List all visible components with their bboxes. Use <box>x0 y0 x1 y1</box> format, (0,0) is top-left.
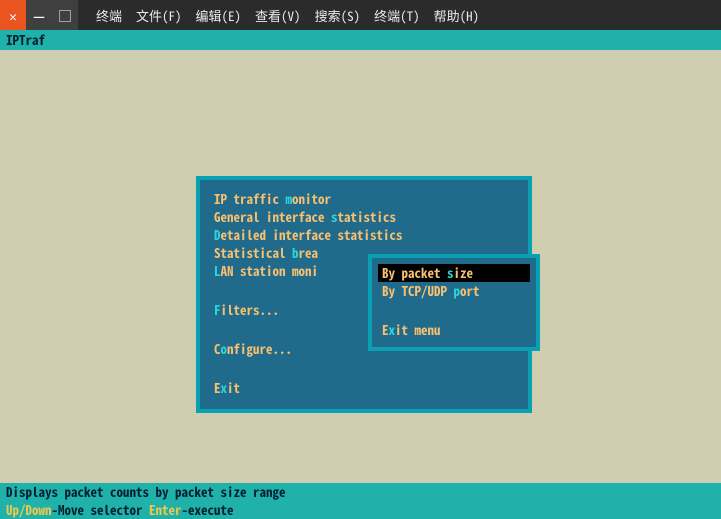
status-help: Up/Down-Move selector Enter-execute <box>0 501 721 519</box>
maximize-button[interactable]: ▢ <box>52 0 78 30</box>
titlebar: ✕ — ▢ 终端 文件(F) 编辑(E) 查看(V) 搜索(S) 终端(T) 帮… <box>0 0 721 30</box>
menu-exit[interactable]: Exit <box>214 379 514 397</box>
status-description: Displays packet counts by packet size ra… <box>0 483 721 501</box>
close-button[interactable]: ✕ <box>0 0 26 30</box>
menu-detailed-if-stats[interactable]: Detailed interface statistics <box>214 226 514 244</box>
submenu-by-tcp-udp-port[interactable]: By TCP/UDP port <box>378 282 530 300</box>
menu-terminal[interactable]: 终端 <box>96 6 122 25</box>
submenu-exit[interactable]: Exit menu <box>378 321 530 339</box>
window-controls: ✕ — ▢ <box>0 0 78 30</box>
separator <box>364 310 544 311</box>
submenu-by-packet-size[interactable]: By packet size <box>378 264 530 282</box>
terminal-area: IPTraf IP traffic monitor General interf… <box>0 30 721 519</box>
menu-search[interactable]: 搜索(S) <box>315 6 361 25</box>
minimize-button[interactable]: — <box>26 0 52 30</box>
menu-ip-monitor[interactable]: IP traffic monitor <box>214 190 514 208</box>
menubar: 终端 文件(F) 编辑(E) 查看(V) 搜索(S) 终端(T) 帮助(H) <box>96 6 479 25</box>
key-enter: Enter <box>149 500 182 519</box>
iptraf-header: IPTraf <box>0 30 721 50</box>
submenu-breakdowns: By packet size By TCP/UDP port Exit menu <box>368 254 540 351</box>
separator <box>200 368 528 369</box>
key-updown: Up/Down <box>6 500 52 519</box>
menu-help[interactable]: 帮助(H) <box>434 6 480 25</box>
menu-file[interactable]: 文件(F) <box>136 6 182 25</box>
menu-terminal2[interactable]: 终端(T) <box>374 6 420 25</box>
menu-general-if-stats[interactable]: General interface statistics <box>214 208 514 226</box>
menu-view[interactable]: 查看(V) <box>255 6 301 25</box>
menu-edit[interactable]: 编辑(E) <box>196 6 242 25</box>
